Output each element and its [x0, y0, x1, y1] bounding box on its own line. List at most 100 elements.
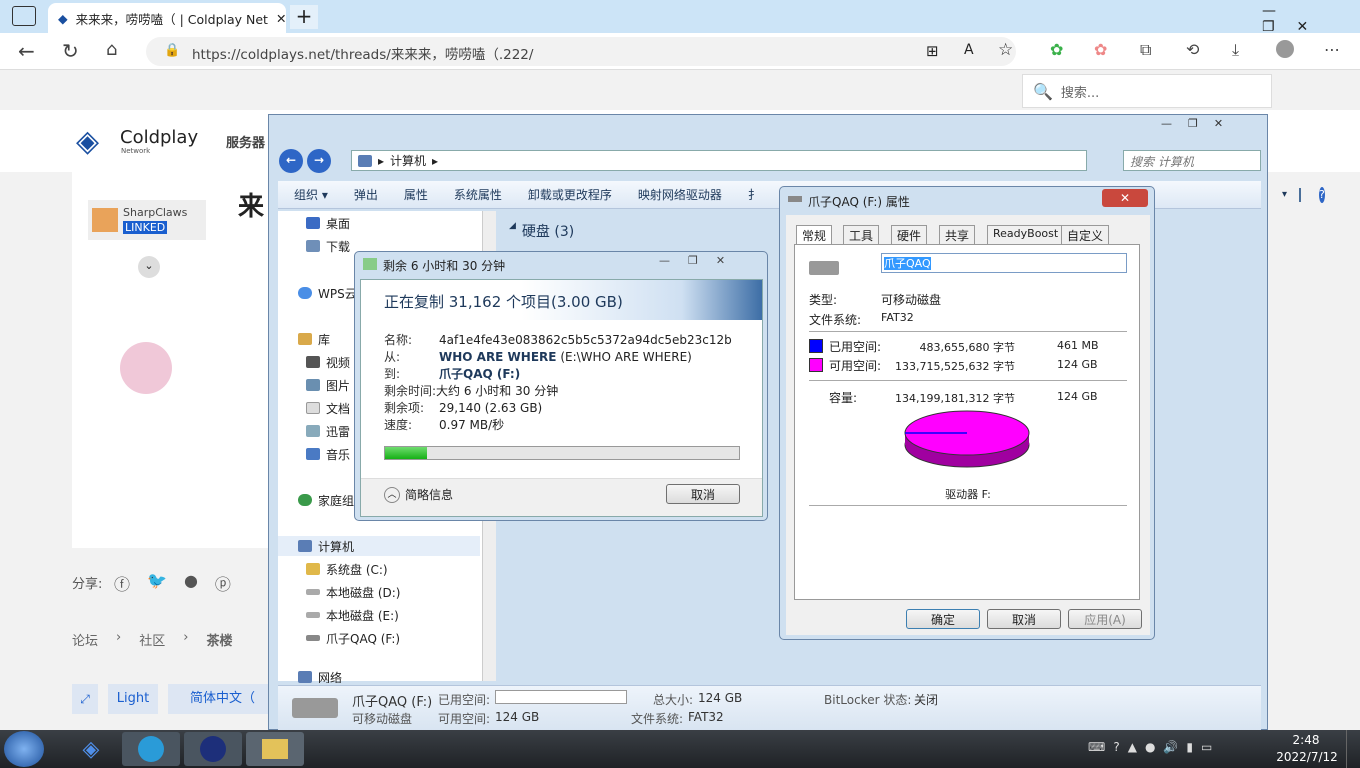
system-properties-button[interactable]: 系统属性 — [454, 186, 502, 203]
close-tab-icon[interactable]: ✕ — [276, 11, 286, 26]
browser-tab[interactable]: ◆ 来来来，唠唠嗑（ | Coldplay Net ✕ — [48, 3, 286, 33]
apply-button[interactable]: 应用(A) — [1068, 609, 1142, 629]
user-card[interactable]: SharpClaws LINKED — [88, 200, 206, 240]
nav-docs[interactable]: 文档 — [306, 398, 350, 418]
view-options-icon[interactable]: ▾ — [1282, 189, 1287, 200]
nav-pictures[interactable]: 图片 — [306, 375, 350, 395]
explorer-window-controls[interactable]: —❐✕ — [1161, 117, 1257, 133]
tray-chevron-icon[interactable]: ▲ — [1128, 740, 1137, 754]
breadcrumb-community[interactable]: 社区 — [139, 630, 165, 649]
breadcrumb-bar[interactable]: ▸ 计算机 ▸ — [351, 150, 1087, 171]
download-icon[interactable]: ⤓ — [1232, 40, 1239, 60]
extension2-icon[interactable]: ✿ — [1094, 40, 1107, 59]
copy-destination[interactable]: 爪子QAQ (F:) — [439, 367, 520, 381]
copy-window-controls[interactable]: —❐✕ — [659, 254, 763, 270]
nav-drive-d[interactable]: 本地磁盘 (D:) — [306, 582, 400, 602]
tab-customize[interactable]: 自定义 — [1061, 225, 1110, 244]
nav-desktop[interactable]: 桌面 — [306, 213, 350, 233]
nav-video[interactable]: 视频 — [306, 352, 350, 372]
tab-readyboost[interactable]: ReadyBoost — [987, 225, 1065, 244]
detail-type: 可移动磁盘 — [352, 712, 413, 726]
drive-properties-dialog: 爪子QAQ (F:) 属性 ✕ 常规 工具 硬件 共享 ReadyBoost 自… — [779, 186, 1155, 640]
clock-time[interactable]: 2:48 — [1282, 733, 1330, 747]
media-app-icon[interactable] — [184, 732, 242, 766]
explorer-app-icon[interactable] — [246, 732, 304, 766]
language-chooser[interactable]: 简体中文（ — [168, 684, 268, 714]
preview-pane-icon[interactable] — [1298, 187, 1301, 202]
nav-homegroup[interactable]: 家庭组 — [298, 490, 354, 510]
help-icon[interactable]: ? — [1318, 186, 1325, 203]
reddit-icon[interactable]: ● — [184, 571, 198, 595]
nav-music[interactable]: 音乐 — [306, 444, 350, 464]
section-header[interactable]: ◢ 硬盘 (3) — [509, 221, 574, 241]
style-chooser[interactable]: Light — [108, 684, 158, 714]
organize-button[interactable]: 组织 ▾ — [294, 186, 328, 203]
breadcrumb-forum[interactable]: 论坛 — [72, 630, 98, 649]
tab-tools[interactable]: 工具 — [843, 225, 880, 244]
volume-name-input[interactable]: 爪子QAQ — [881, 253, 1127, 273]
qq-icon[interactable]: ● — [1145, 740, 1155, 754]
show-desktop-button[interactable] — [1346, 730, 1360, 768]
back-icon[interactable]: ← — [18, 39, 35, 63]
nav-drive-f[interactable]: 爪子QAQ (F:) — [306, 628, 400, 648]
nav-network[interactable]: 网络 — [298, 671, 342, 683]
ok-button[interactable]: 确定 — [906, 609, 980, 629]
keyboard-icon[interactable]: ⌨ — [1088, 740, 1105, 754]
site-search[interactable]: 🔍 搜索... — [1022, 74, 1272, 108]
explorer-search[interactable]: 搜索 计算机 — [1123, 150, 1261, 171]
volume-icon[interactable]: 🔊 — [1163, 740, 1178, 754]
chevron-up-icon: ︿ — [384, 486, 400, 503]
start-button[interactable] — [4, 731, 44, 767]
expand-icon[interactable]: ⤢ — [72, 684, 98, 714]
breadcrumb-teahouse[interactable]: 茶楼 — [206, 630, 232, 649]
facebook-icon[interactable]: ⓕ — [114, 571, 130, 595]
nav-thunder[interactable]: 迅雷 — [306, 421, 350, 441]
home-icon[interactable]: ⌂ — [106, 39, 117, 60]
nav-library[interactable]: 库 — [298, 329, 330, 349]
nav-servers[interactable]: 服务器 — [226, 132, 265, 151]
nav-downloads[interactable]: 下载 — [306, 236, 350, 256]
extension-icon[interactable]: ✿ — [1050, 40, 1063, 59]
new-tab-button[interactable]: + — [290, 5, 318, 29]
edge-app-icon[interactable] — [122, 732, 180, 766]
eject-button[interactable]: 弹出 — [354, 186, 378, 203]
history-icon[interactable]: ⟲ — [1186, 40, 1199, 59]
profile-icon[interactable] — [1276, 40, 1294, 58]
twitter-icon[interactable]: 🐦 — [147, 571, 167, 595]
nav-drive-c[interactable]: 系统盘 (C:) — [306, 559, 388, 579]
apps-icon[interactable]: ⊞ — [926, 42, 939, 60]
copy-cancel-button[interactable]: 取消 — [666, 484, 740, 504]
tab-sharing[interactable]: 共享 — [939, 225, 976, 244]
tab-actions-icon[interactable] — [12, 6, 36, 26]
tab-general[interactable]: 常规 — [796, 225, 833, 244]
help-icon[interactable]: ? — [1113, 740, 1119, 754]
back-icon[interactable]: ← — [279, 149, 303, 173]
more-command-button[interactable]: 扌 — [748, 186, 760, 203]
refresh-icon[interactable]: ↻ — [62, 39, 79, 63]
properties-button[interactable]: 属性 — [404, 186, 428, 203]
less-info-toggle[interactable]: ︿ 简略信息 — [384, 486, 453, 503]
coldplay-app-icon[interactable]: ◈ — [62, 732, 120, 766]
tab-hardware[interactable]: 硬件 — [891, 225, 928, 244]
forward-icon[interactable]: → — [307, 149, 331, 173]
nav-drive-e[interactable]: 本地磁盘 (E:) — [306, 605, 399, 625]
clock-date[interactable]: 2022/7/12 — [1276, 750, 1338, 764]
coldplay-logo-icon[interactable]: ◈ — [76, 124, 99, 159]
close-icon[interactable]: ✕ — [1102, 189, 1148, 207]
url-box[interactable]: 🔒 https://coldplays.net/threads/来来来，唠唠嗑（… — [146, 37, 1016, 66]
props-cancel-button[interactable]: 取消 — [987, 609, 1061, 629]
window-controls[interactable]: —❐✕ — [1262, 3, 1360, 35]
extensions-icon[interactable]: ⧉ — [1140, 40, 1151, 60]
map-drive-button[interactable]: 映射网络驱动器 — [638, 186, 722, 203]
favorite-icon[interactable]: ☆ — [998, 40, 1013, 60]
power-icon[interactable]: ▭ — [1201, 740, 1212, 754]
more-icon[interactable]: ⋯ — [1324, 40, 1340, 59]
read-aloud-icon[interactable]: A — [964, 42, 974, 58]
pinterest-icon[interactable]: ⓟ — [215, 571, 231, 595]
copy-source[interactable]: WHO ARE WHERE — [439, 350, 556, 364]
uninstall-button[interactable]: 卸载或更改程序 — [528, 186, 612, 203]
network-icon[interactable]: ▮ — [1186, 740, 1193, 754]
nav-computer[interactable]: 计算机 — [278, 536, 480, 556]
nav-wps[interactable]: WPS云 — [298, 283, 357, 303]
chevron-down-icon[interactable]: ⌄ — [138, 256, 160, 278]
